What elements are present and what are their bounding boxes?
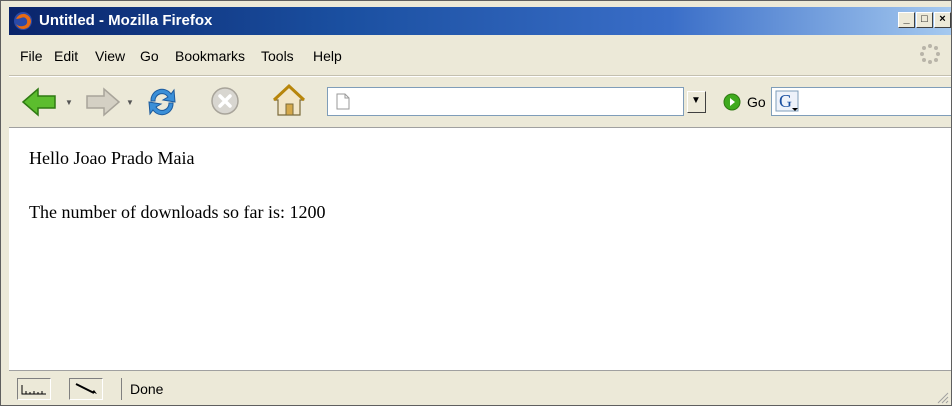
menu-tools[interactable]: Tools	[261, 48, 294, 64]
menu-edit[interactable]: Edit	[54, 48, 78, 64]
menu-bar: File Edit View Go Bookmarks Tools Help	[9, 35, 951, 76]
stop-icon[interactable]	[209, 85, 241, 117]
forward-dropdown-icon[interactable]: ▼	[126, 98, 134, 107]
menu-bookmarks[interactable]: Bookmarks	[175, 48, 245, 64]
minimize-button[interactable]: _	[898, 12, 915, 28]
resize-grip-icon[interactable]	[935, 390, 949, 404]
home-icon[interactable]	[271, 83, 307, 119]
reload-icon[interactable]	[143, 83, 181, 121]
window-title: Untitled - Mozilla Firefox	[39, 12, 213, 29]
go-button-label[interactable]: Go	[747, 94, 766, 110]
ruler-icon[interactable]	[17, 378, 51, 400]
close-button[interactable]: ×	[934, 12, 951, 28]
maximize-button[interactable]: □	[916, 12, 933, 28]
greeting-text: Hello Joao Prado Maia	[29, 148, 195, 168]
search-box[interactable]: G	[771, 87, 951, 116]
menu-view[interactable]: View	[95, 48, 125, 64]
page-content: Hello Joao Prado Maia The number of down…	[9, 127, 951, 370]
navigation-toolbar: ▼ ▼ ▼ Go G	[9, 76, 951, 127]
status-text: Done	[130, 381, 164, 397]
throbber-icon	[920, 44, 940, 64]
back-icon[interactable]	[21, 86, 59, 118]
title-bar[interactable]: Untitled - Mozilla Firefox _ □ ×	[9, 7, 951, 35]
menu-go[interactable]: Go	[140, 48, 159, 64]
address-bar[interactable]	[327, 87, 684, 116]
chevron-down-icon: ▼	[691, 95, 701, 106]
firefox-logo-icon	[14, 12, 32, 30]
menu-help[interactable]: Help	[313, 48, 342, 64]
browser-window: Untitled - Mozilla Firefox _ □ × File Ed…	[0, 0, 952, 406]
address-input[interactable]	[356, 91, 680, 113]
go-icon[interactable]	[723, 93, 741, 111]
status-panel: Done	[121, 378, 928, 400]
downloads-text: The number of downloads so far is: 1200	[29, 202, 326, 222]
pencil-icon[interactable]	[69, 378, 103, 400]
address-dropdown-button[interactable]: ▼	[687, 91, 706, 113]
forward-icon[interactable]	[83, 86, 121, 118]
google-icon[interactable]: G	[775, 90, 801, 114]
menu-file[interactable]: File	[20, 48, 43, 64]
page-icon	[336, 93, 350, 110]
back-dropdown-icon[interactable]: ▼	[65, 98, 73, 107]
svg-text:G: G	[779, 91, 792, 111]
status-bar: Done	[9, 370, 951, 405]
